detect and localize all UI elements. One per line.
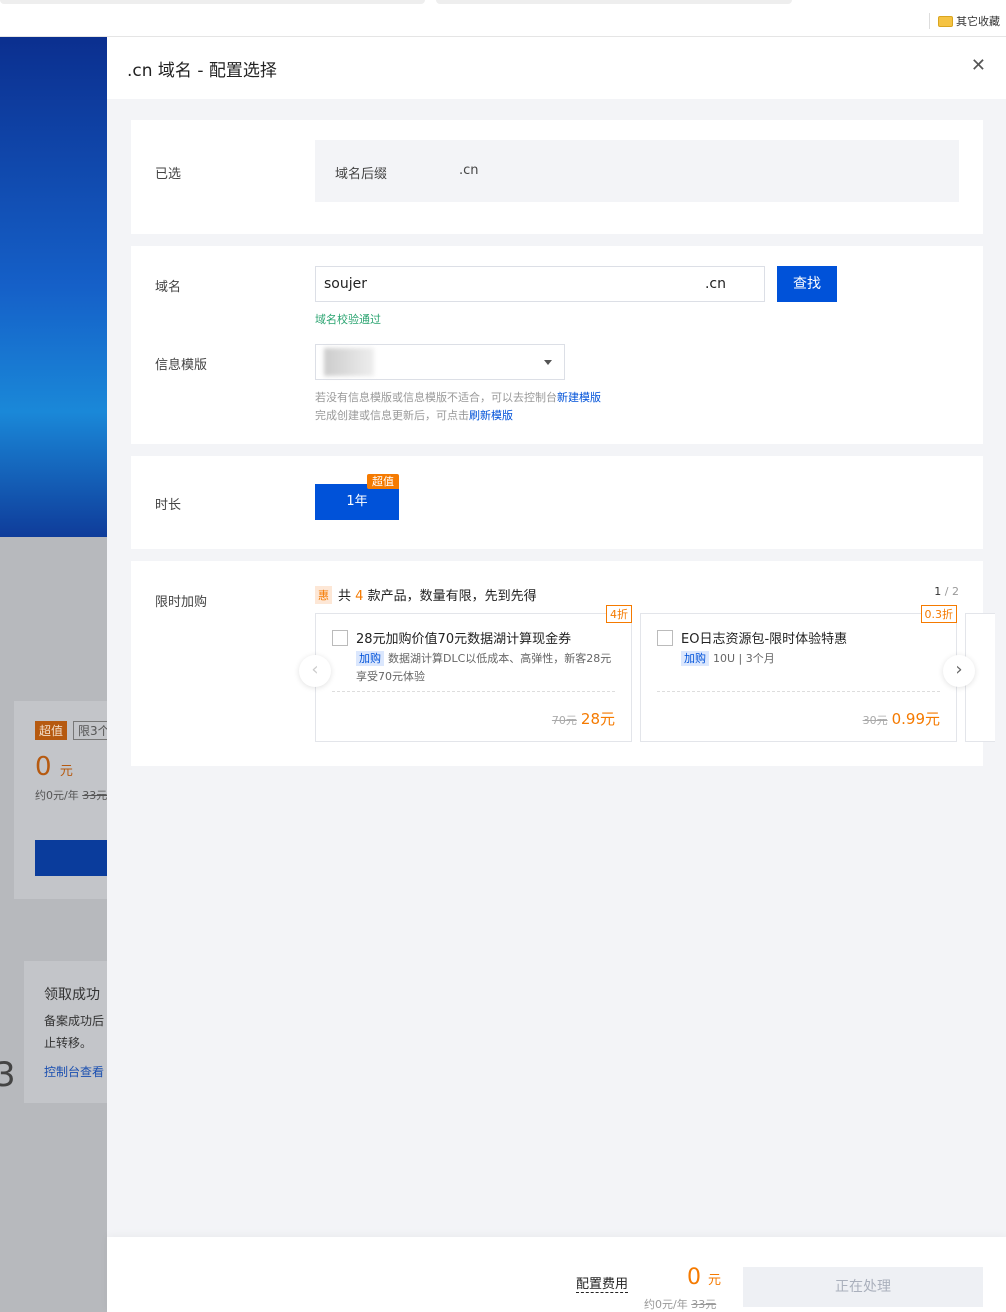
bg-notice-link: 控制台查看 xyxy=(44,1065,105,1079)
domain-input[interactable]: soujer .cn xyxy=(315,266,765,302)
product-title: EO日志资源包-限时体验特惠 xyxy=(681,632,848,647)
divider xyxy=(332,691,615,692)
pager: 1 / 2 xyxy=(934,585,959,598)
search-button[interactable]: 查找 xyxy=(777,266,837,302)
redacted-value xyxy=(324,348,374,376)
addon-label: 限时加购 xyxy=(155,595,208,610)
divider xyxy=(657,691,940,692)
product-checkbox[interactable] xyxy=(657,630,673,646)
bookmark-other[interactable]: 其它收藏 xyxy=(929,13,1000,29)
template-hint: 若没有信息模版或信息模版不适合，可以去控制台新建模版 xyxy=(315,391,601,404)
product-price: 30元 0.99元 xyxy=(862,710,940,728)
bg-sub: 约0元/年 33元 xyxy=(35,789,107,802)
bg-buy-button xyxy=(35,840,107,876)
suffix-value: .cn xyxy=(459,163,479,178)
product-price: 70元 28元 xyxy=(551,710,615,728)
section-selected: 已选 域名后缀 .cn xyxy=(131,120,983,234)
suffix-key: 域名后缀 xyxy=(335,167,388,182)
bg-price: 0 元 xyxy=(35,752,73,782)
chevron-left-icon[interactable]: ‹ xyxy=(299,655,331,687)
template-hint: 完成创建或信息更新后，可点击刷新模版 xyxy=(315,409,513,422)
drawer-header: .cn 域名 - 配置选择 ✕ xyxy=(107,37,1006,99)
selected-label: 已选 xyxy=(155,167,182,182)
duration-option-1y[interactable]: 1年 超值 xyxy=(315,474,399,520)
bg-card xyxy=(24,961,107,1103)
product-card[interactable]: 0.3折 EO日志资源包-限时体验特惠 加购 10U | 3个月 30元 0.99元 xyxy=(640,605,957,742)
discount-badge: 0.3折 xyxy=(920,605,957,623)
config-drawer: .cn 域名 - 配置选择 ✕ 已选 域名后缀 .cn 域名 soujer .cn… xyxy=(107,37,1006,1312)
product-desc: 加购 10U | 3个月 xyxy=(681,650,942,668)
processing-button[interactable]: 正在处理 xyxy=(743,1267,983,1307)
close-icon[interactable]: ✕ xyxy=(971,55,986,76)
value-badge: 超值 xyxy=(367,474,399,489)
discount-badge: 4折 xyxy=(606,605,632,623)
bg-notice-title: 领取成功 xyxy=(44,987,100,1003)
caret-down-icon xyxy=(544,360,552,369)
bg-digit: 3 xyxy=(0,1055,16,1095)
chevron-right-icon[interactable]: › xyxy=(943,655,975,687)
product-checkbox[interactable] xyxy=(332,630,348,646)
browser-tab[interactable] xyxy=(436,0,792,4)
footer: 配置费用 0 元 约0元/年 33元 正在处理 xyxy=(107,1237,1006,1312)
fee-price: 0 元 xyxy=(687,1265,722,1290)
product-title: 28元加购价值70元数据湖计算现金券 xyxy=(356,632,572,647)
promo-text: 惠共 4 款产品，数量有限，先到先得 xyxy=(315,585,537,604)
discount-icon: 惠 xyxy=(315,585,332,604)
hero-image xyxy=(0,37,107,537)
domain-label: 域名 xyxy=(155,280,182,295)
browser-tab[interactable] xyxy=(0,0,425,4)
bg-tag-limit: 限3个 xyxy=(73,721,107,740)
drawer-title: .cn 域名 - 配置选择 xyxy=(127,60,277,81)
section-domain: 域名 soujer .cn 查找 域名校验通过 信息模版 若没有信息模版或信息模版… xyxy=(131,246,983,444)
bg-notice-text: 止转移。 xyxy=(44,1036,93,1050)
product-card[interactable]: 4折 28元加购价值70元数据湖计算现金券 加购 数据湖计算DLC以低成本、高弹性… xyxy=(315,605,632,742)
section-duration: 时长 1年 超值 xyxy=(131,456,983,549)
template-label: 信息模版 xyxy=(155,358,208,373)
refresh-template-link[interactable]: 刷新模版 xyxy=(469,409,513,422)
fee-label[interactable]: 配置费用 xyxy=(576,1273,629,1293)
background-page: 超值 限3个 0 元 约0元/年 33元 领取成功 备案成功后 止转移。 控制台… xyxy=(0,37,107,1312)
template-select[interactable] xyxy=(315,344,565,380)
bg-tag: 超值 xyxy=(35,721,68,740)
domain-suffix: .cn xyxy=(704,276,726,292)
browser-bar: 其它收藏 xyxy=(0,0,1006,37)
domain-status: 域名校验通过 xyxy=(315,313,381,326)
new-template-link[interactable]: 新建模版 xyxy=(557,391,601,404)
duration-label: 时长 xyxy=(155,498,182,513)
product-desc: 加购 数据湖计算DLC以低成本、高弹性，新客28元享受70元体验 xyxy=(356,651,612,683)
folder-icon xyxy=(938,15,953,27)
fee-sub: 约0元/年 33元 xyxy=(644,1298,717,1311)
selected-box: 域名后缀 .cn xyxy=(315,140,959,202)
bg-notice-text: 备案成功后 xyxy=(44,1014,105,1028)
section-addon: 限时加购 惠共 4 款产品，数量有限，先到先得 1 / 2 4折 28元加购价值… xyxy=(131,561,995,766)
